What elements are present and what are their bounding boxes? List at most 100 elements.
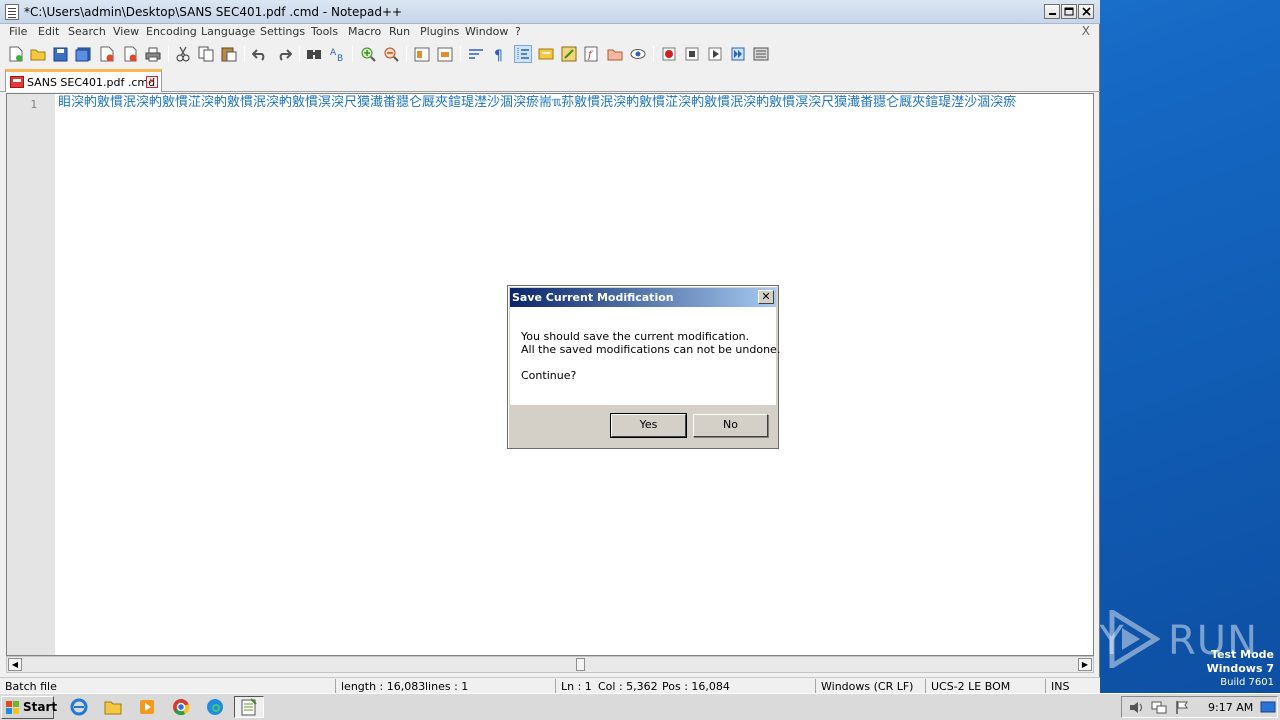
volume-icon[interactable] (1128, 700, 1144, 715)
start-button[interactable]: Start (1, 696, 57, 719)
toolbar-separator (406, 46, 407, 62)
sync-vertical-icon[interactable] (413, 45, 431, 63)
document-tab[interactable]: SANS SEC401.pdf .cmd ✕ (5, 69, 162, 92)
tab-close-icon[interactable]: ✕ (146, 76, 158, 88)
save-modification-dialog: Save Current Modification ✕ You should s… (507, 285, 780, 449)
sync-horizontal-icon[interactable] (436, 45, 454, 63)
menu-language[interactable]: Language (201, 25, 255, 38)
save-all-icon[interactable] (74, 45, 92, 63)
record-macro-icon[interactable] (660, 45, 678, 63)
test-mode-notice: Test Mode Windows 7 Build 7601 (1207, 648, 1274, 690)
document-map-icon[interactable] (560, 45, 578, 63)
toolbar-separator (653, 46, 654, 62)
windows-logo-icon (6, 701, 19, 714)
scroll-thumb[interactable] (576, 658, 585, 671)
close-file-icon[interactable] (98, 45, 116, 63)
action-center-flag-icon[interactable] (1174, 700, 1190, 715)
maximize-icon (1064, 7, 1074, 16)
menu-edit[interactable]: Edit (38, 25, 59, 38)
dialog-message-line1: You should save the current modification… (521, 330, 750, 343)
redo-icon[interactable] (275, 45, 293, 63)
menu-search[interactable]: Search (68, 25, 106, 38)
minimize-button[interactable] (1044, 4, 1060, 19)
menu-view[interactable]: View (113, 25, 139, 38)
menu-plugins[interactable]: Plugins (420, 25, 459, 38)
menu-settings[interactable]: Settings (260, 25, 305, 38)
zoom-out-icon[interactable] (382, 45, 400, 63)
new-file-icon[interactable] (7, 45, 25, 63)
media-player-icon[interactable] (132, 696, 162, 718)
menu-run[interactable]: Run (389, 25, 410, 38)
yes-button[interactable]: Yes (610, 413, 687, 438)
stop-macro-icon[interactable] (683, 45, 701, 63)
no-button[interactable]: No (693, 414, 768, 437)
run-macro-multiple-icon[interactable] (729, 45, 747, 63)
clock[interactable]: 9:17 AM (1208, 701, 1253, 714)
title-bar[interactable]: *C:\Users\admin\Desktop\SANS SEC401.pdf … (0, 0, 1100, 24)
dialog-title: Save Current Modification (512, 291, 674, 304)
dialog-title-bar[interactable]: Save Current Modification ✕ (510, 288, 776, 307)
function-list-icon[interactable]: f (583, 45, 601, 63)
menu-window[interactable]: Window (465, 25, 508, 38)
code-line[interactable]: 䀠湥畃敫慣泯湥畃敫慣淽湥畃敫慣泯湥畃敫慣溟湥尺獏瀐畨䎚仑厩夾鍹瑅漜沙涸湥瘀耑ℼ荪… (58, 95, 1092, 111)
monitoring-icon[interactable] (629, 45, 647, 63)
svg-text:A: A (330, 48, 337, 58)
menu-help[interactable]: ? (515, 25, 521, 38)
save-macro-icon[interactable] (752, 45, 770, 63)
status-file-type: Batch file (5, 680, 57, 693)
word-wrap-icon[interactable] (467, 45, 485, 63)
replace-icon[interactable]: AB (328, 45, 346, 63)
close-window-button[interactable] (1078, 4, 1094, 19)
dialog-message-line2: All the saved modifications can not be u… (521, 343, 781, 356)
menu-encoding[interactable]: Encoding (146, 25, 197, 38)
find-icon[interactable] (305, 45, 323, 63)
tab-label: SANS SEC401.pdf .cmd (27, 76, 156, 89)
paste-icon[interactable] (220, 45, 238, 63)
notepad-app-icon[interactable] (5, 4, 19, 20)
tab-bar: SANS SEC401.pdf .cmd ✕ (0, 68, 1100, 92)
svg-text:¶: ¶ (494, 48, 503, 62)
line-number-gutter: 1 (7, 94, 55, 655)
network-icon[interactable] (1151, 700, 1167, 715)
scroll-left-icon[interactable]: ◀ (8, 658, 22, 671)
toolbar-separator (244, 46, 245, 62)
folder-as-workspace-icon[interactable] (606, 45, 624, 63)
print-icon[interactable] (144, 45, 162, 63)
status-length: length : 16,083 (335, 679, 425, 694)
close-document-button[interactable]: X (1082, 24, 1090, 38)
play-macro-icon[interactable] (706, 45, 724, 63)
undo-icon[interactable] (251, 45, 269, 63)
notepad-plus-plus-icon[interactable] (234, 696, 264, 718)
dialog-body: You should save the current modification… (510, 307, 780, 405)
toolbar-separator (460, 46, 461, 62)
zoom-in-icon[interactable] (359, 45, 377, 63)
copy-icon[interactable] (197, 45, 215, 63)
show-all-characters-icon[interactable]: ¶ (490, 45, 508, 63)
menu-macro[interactable]: Macro (348, 25, 381, 38)
internet-explorer-icon[interactable] (64, 696, 94, 718)
build-label: Build 7601 (1220, 677, 1274, 688)
open-file-icon[interactable] (29, 45, 47, 63)
watermark-play-icon (1109, 610, 1160, 668)
maximize-button[interactable] (1061, 4, 1077, 19)
close-all-icon[interactable] (121, 45, 139, 63)
minimize-icon (1048, 13, 1056, 15)
system-tray: 9:17 AM (1121, 696, 1278, 718)
chrome-icon[interactable] (166, 696, 196, 718)
horizontal-scrollbar[interactable]: ◀ ▶ (6, 656, 1094, 673)
file-explorer-icon[interactable] (98, 696, 128, 718)
dialog-close-icon[interactable]: ✕ (758, 290, 774, 304)
scroll-right-icon[interactable]: ▶ (1078, 658, 1092, 671)
indent-guide-icon[interactable] (514, 45, 532, 63)
save-icon[interactable] (51, 45, 69, 63)
taskbar: Start 9:17 AM (0, 693, 1280, 720)
menu-file[interactable]: File (9, 25, 27, 38)
menu-tools[interactable]: Tools (311, 25, 338, 38)
unsaved-file-icon (10, 76, 24, 88)
edge-icon[interactable] (200, 696, 230, 718)
show-desktop-icon[interactable] (1260, 700, 1276, 715)
status-eol: Windows (CR LF) (815, 679, 925, 694)
user-language-icon[interactable] (537, 45, 555, 63)
cut-icon[interactable] (174, 45, 192, 63)
toolbar-separator (299, 46, 300, 62)
